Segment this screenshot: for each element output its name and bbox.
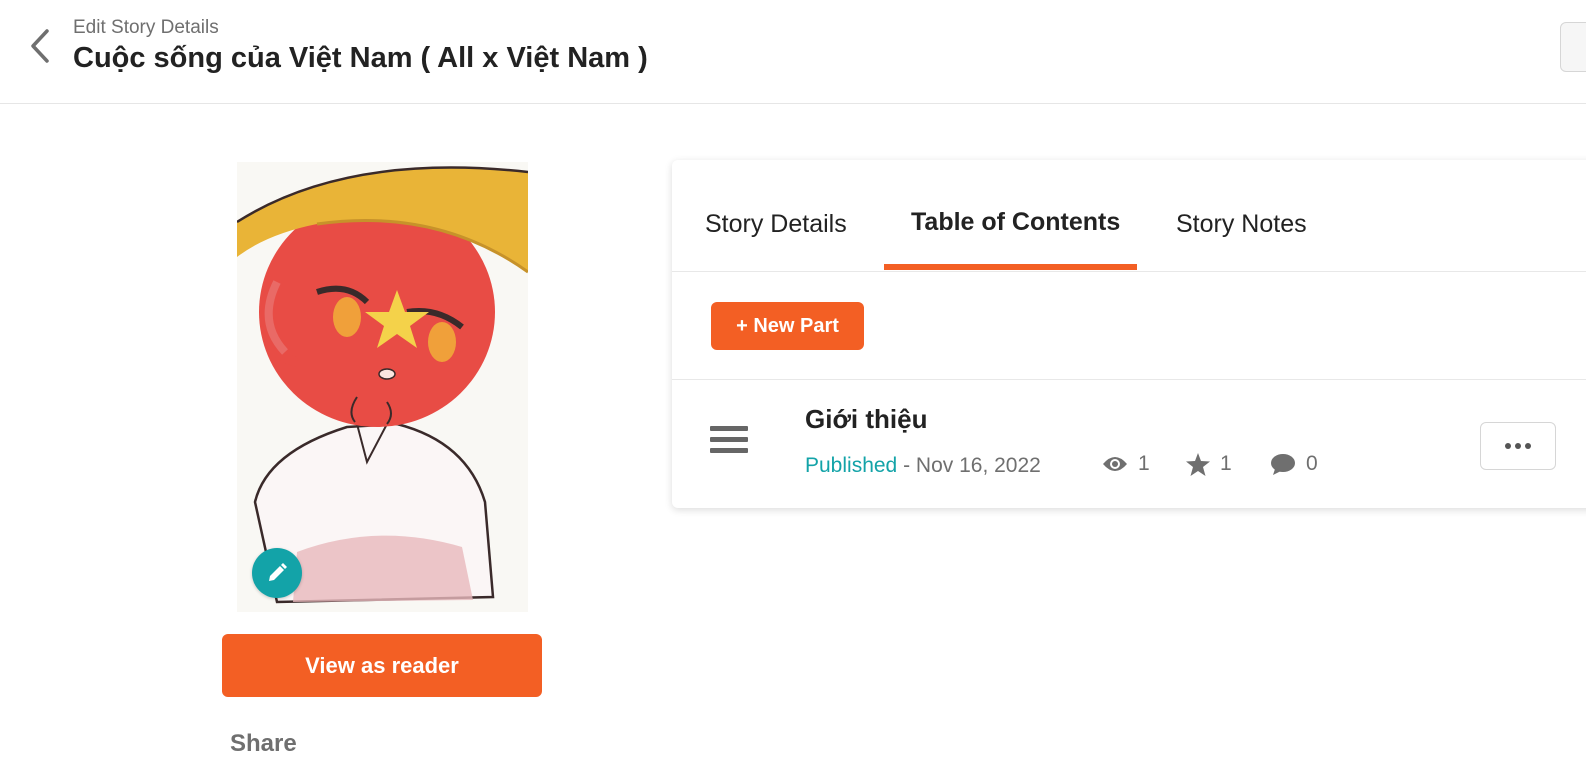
meta-separator: -: [897, 454, 916, 477]
back-arrow-icon: [31, 29, 49, 63]
tab-bar: Story Details Table of Contents Story No…: [672, 160, 1586, 272]
tab-story-notes[interactable]: Story Notes: [1176, 210, 1307, 239]
share-heading: Share: [230, 730, 297, 757]
views-stat: 1: [1102, 452, 1150, 476]
comments-count: 0: [1306, 452, 1318, 475]
part-title[interactable]: Giới thiệu: [805, 404, 927, 435]
status-badge: Published: [805, 454, 898, 477]
votes-stat: 1: [1186, 452, 1232, 476]
star-icon: [1186, 452, 1210, 476]
header-action-button[interactable]: [1560, 22, 1586, 72]
ellipsis-icon: [1505, 443, 1511, 449]
tab-story-details[interactable]: Story Details: [705, 210, 847, 239]
view-as-reader-button[interactable]: View as reader: [222, 634, 542, 697]
views-count: 1: [1138, 452, 1150, 475]
story-editor-card: Story Details Table of Contents Story No…: [672, 160, 1586, 508]
header-subtitle: Edit Story Details: [73, 17, 219, 38]
story-title: Cuộc sống của Việt Nam ( All x Việt Nam …: [73, 42, 648, 74]
part-date: Nov 16, 2022: [915, 454, 1041, 477]
part-options-button[interactable]: [1480, 422, 1556, 470]
new-part-button[interactable]: + New Part: [711, 302, 864, 350]
edit-cover-button[interactable]: [252, 548, 302, 598]
page-header: Edit Story Details Cuộc sống của Việt Na…: [0, 0, 1586, 104]
active-tab-indicator: [884, 264, 1137, 270]
table-row: Giới thiệu Published - Nov 16, 2022 1 1 …: [672, 380, 1586, 508]
part-meta: Published - Nov 16, 2022: [805, 454, 1041, 478]
hamburger-drag-icon[interactable]: [710, 426, 748, 456]
votes-count: 1: [1220, 452, 1232, 475]
pencil-icon: [269, 563, 287, 581]
comments-stat: 0: [1270, 452, 1318, 476]
story-cover-image: [237, 162, 528, 612]
comment-icon: [1271, 454, 1295, 475]
eye-icon: [1103, 457, 1127, 471]
back-button[interactable]: [22, 26, 58, 66]
tab-table-of-contents[interactable]: Table of Contents: [911, 208, 1120, 237]
